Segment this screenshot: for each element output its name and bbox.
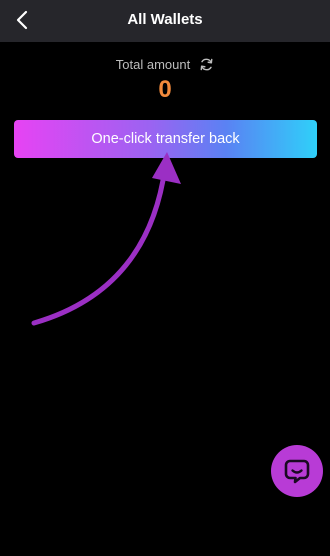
page-title: All Wallets — [127, 11, 203, 28]
chat-bubble-icon — [284, 459, 310, 484]
total-amount-row: Total amount — [0, 56, 330, 72]
customer-support-chat-button[interactable] — [271, 445, 323, 497]
top-bar: All Wallets — [0, 0, 330, 42]
refresh-icon[interactable] — [198, 56, 214, 72]
total-amount-value: 0 — [158, 76, 172, 103]
one-click-transfer-back-button[interactable]: One-click transfer back — [14, 120, 317, 158]
total-amount-label: Total amount — [115, 56, 191, 72]
